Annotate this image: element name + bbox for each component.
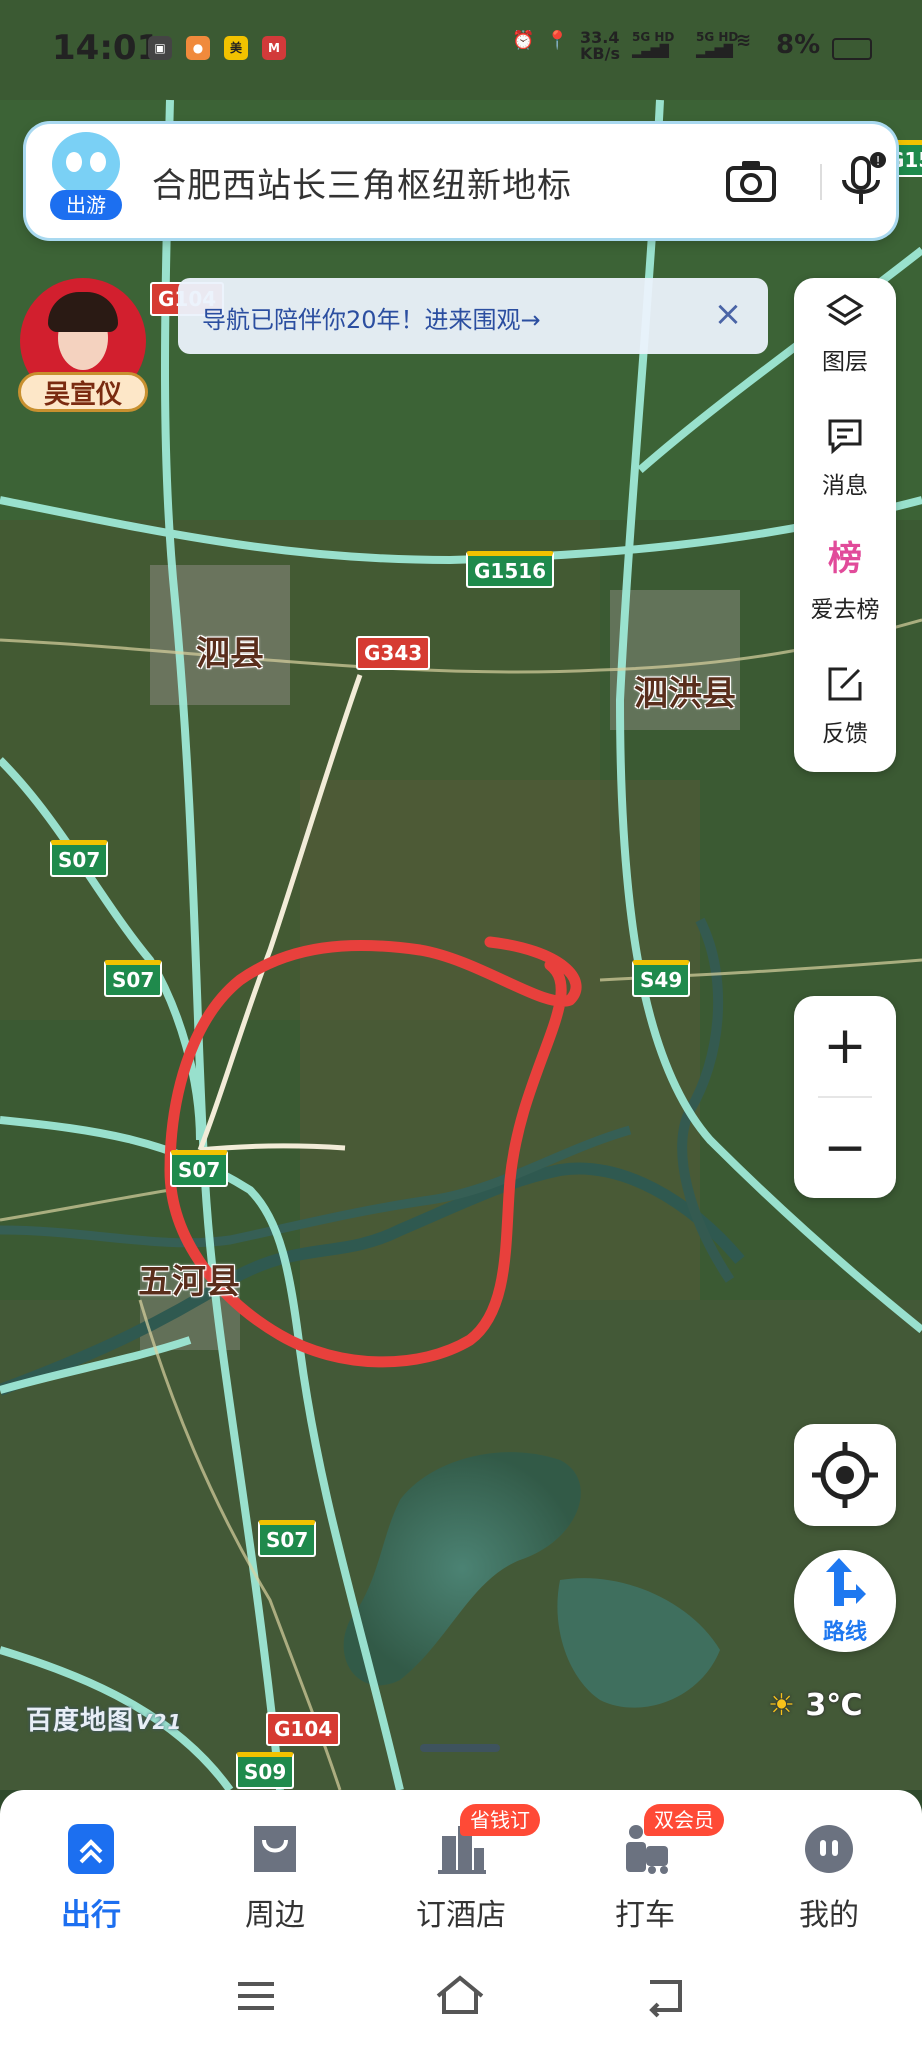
promo-badge: 省钱订 [460, 1804, 540, 1836]
drag-handle[interactable] [420, 1744, 500, 1752]
app-notification-icon: ▣ [148, 36, 172, 60]
locate-button[interactable] [794, 1424, 896, 1526]
notification-banner[interactable]: 导航已陪伴你20年！进来围观→ × [178, 278, 768, 354]
nav-hotel[interactable]: 省钱订 订酒店 [386, 1804, 540, 1938]
signal-1: 5G HD ▂▄▆█ [632, 30, 674, 58]
road-shield-s07: S07 [170, 1150, 229, 1187]
close-icon[interactable]: × [706, 292, 750, 336]
road-shield-s07: S07 [104, 960, 163, 997]
nav-label: 周边 [245, 1898, 305, 1933]
avatar-hair [48, 292, 118, 332]
nearby-icon [254, 1826, 296, 1872]
battery-icon [832, 38, 872, 60]
road-shield-g343: G343 [356, 636, 431, 670]
toolbar-ranking[interactable]: 榜 爱去榜 [794, 526, 896, 646]
avatar-name: 吴宣仪 [18, 372, 148, 412]
home-icon[interactable] [430, 1966, 490, 2026]
feedback-icon [828, 667, 862, 701]
divider [820, 164, 822, 200]
meituan-icon: 美 [224, 36, 248, 60]
assistant-mascot-icon [52, 132, 120, 196]
nav-label: 打车 [615, 1898, 675, 1933]
toolbar-label: 消息 [822, 473, 868, 499]
travel-icon [68, 1824, 114, 1874]
road-shield-g104: G104 [266, 1712, 341, 1746]
back-icon[interactable] [636, 1966, 696, 2026]
place-label-sixian[interactable]: 泗县 [196, 626, 264, 675]
route-button[interactable]: 路线 [794, 1550, 896, 1652]
alarm-icon: ⏰ [512, 30, 535, 51]
nav-taxi[interactable]: 双会员 打车 [570, 1804, 724, 1938]
sun-icon: ☀ [768, 1688, 795, 1723]
network-speed-unit: KB/s [580, 44, 620, 63]
satellite-map[interactable] [0, 0, 922, 1790]
zoom-out-button[interactable]: − [794, 1098, 896, 1198]
place-label-sihong[interactable]: 泗洪县 [634, 666, 736, 715]
toolbar-feedback[interactable]: 反馈 [794, 650, 896, 770]
eye [66, 152, 82, 172]
layers-icon [826, 294, 864, 326]
nav-travel[interactable]: 出行 [16, 1808, 166, 1938]
notification-text[interactable]: 导航已陪伴你20年！进来围观→ [202, 300, 541, 335]
svg-text:!: ! [876, 154, 881, 168]
nav-nearby[interactable]: 周边 [200, 1808, 350, 1938]
route-label: 路线 [822, 1620, 867, 1645]
voice-avatar[interactable]: 吴宣仪 [16, 278, 150, 412]
assistant-logo[interactable]: 出游 [50, 132, 122, 228]
route-arrow-icon [826, 1558, 866, 1606]
microphone-icon[interactable]: ! [826, 146, 896, 216]
message-icon [828, 419, 862, 455]
wifi-icon: ≋ [736, 30, 752, 51]
road-shield-s09: S09 [236, 1752, 295, 1789]
network-speed: 33.4 KB/s [580, 30, 620, 62]
eye [90, 152, 106, 172]
assistant-logo-label: 出游 [50, 190, 122, 220]
map-toolbar: 图层 消息 榜 爱去榜 反馈 [794, 278, 896, 772]
road-shield-s49: S49 [632, 960, 691, 997]
bottom-navigation: 出行 周边 省钱订 订酒店 双会员 打车 我的 [0, 1790, 922, 1950]
nav-label: 我的 [799, 1898, 859, 1933]
toolbar-label: 反馈 [822, 721, 868, 747]
menu-icon[interactable] [226, 1966, 286, 2026]
signal-label: 5G HD [696, 30, 739, 44]
nav-profile[interactable]: 我的 [754, 1808, 904, 1938]
toolbar-layers[interactable]: 图层 [794, 278, 896, 398]
weather-widget[interactable]: ☀ 3℃ [768, 1688, 863, 1723]
road-shield-s07: S07 [50, 840, 109, 877]
app-notification-icon: ● [186, 36, 210, 60]
temperature: 3℃ [805, 1688, 863, 1723]
nav-label: 订酒店 [416, 1898, 506, 1933]
search-input[interactable]: 合肥西站长三角枢纽新地标 [152, 158, 572, 207]
signal-2: 5G HD ▂▄▆█ [696, 30, 738, 58]
toolbar-messages[interactable]: 消息 [794, 402, 896, 522]
zoom-control: + − [794, 996, 896, 1198]
road-shield-g1516: G1516 [466, 551, 555, 588]
signal-label: 5G HD [632, 30, 675, 44]
profile-icon [805, 1825, 853, 1873]
system-navigation-bar [0, 1950, 922, 2048]
status-time: 14:01 [52, 28, 161, 68]
ranking-icon: 榜 [828, 539, 862, 579]
watermark-text: 百度地图 [26, 1706, 135, 1736]
road-shield-s07: S07 [258, 1520, 317, 1557]
map-watermark: 百度地图 V21 [26, 1700, 182, 1737]
watermark-version: V21 [136, 1710, 183, 1734]
signal-bars-icon: ▂▄▆█ [696, 44, 733, 58]
nav-label: 出行 [61, 1898, 121, 1933]
toolbar-label: 图层 [822, 349, 868, 375]
field-patch [300, 780, 700, 1300]
place-label-wuhe[interactable]: 五河县 [138, 1254, 240, 1303]
app-notification-icon: M [262, 36, 286, 60]
zoom-in-button[interactable]: + [794, 996, 896, 1096]
promo-badge: 双会员 [644, 1804, 724, 1836]
toolbar-label: 爱去榜 [810, 597, 880, 623]
battery-level: 8% [776, 30, 821, 60]
crosshair-icon [812, 1442, 878, 1508]
search-bar[interactable]: 出游 合肥西站长三角枢纽新地标 ! [26, 124, 896, 238]
location-icon: 📍 [546, 30, 569, 51]
camera-icon[interactable] [716, 146, 786, 216]
signal-bars-icon: ▂▄▆█ [632, 44, 669, 58]
status-bar: 14:01 ▣ ● 美 M ⏰ 📍 33.4 KB/s 5G HD ▂▄▆█ 5G… [0, 0, 922, 100]
